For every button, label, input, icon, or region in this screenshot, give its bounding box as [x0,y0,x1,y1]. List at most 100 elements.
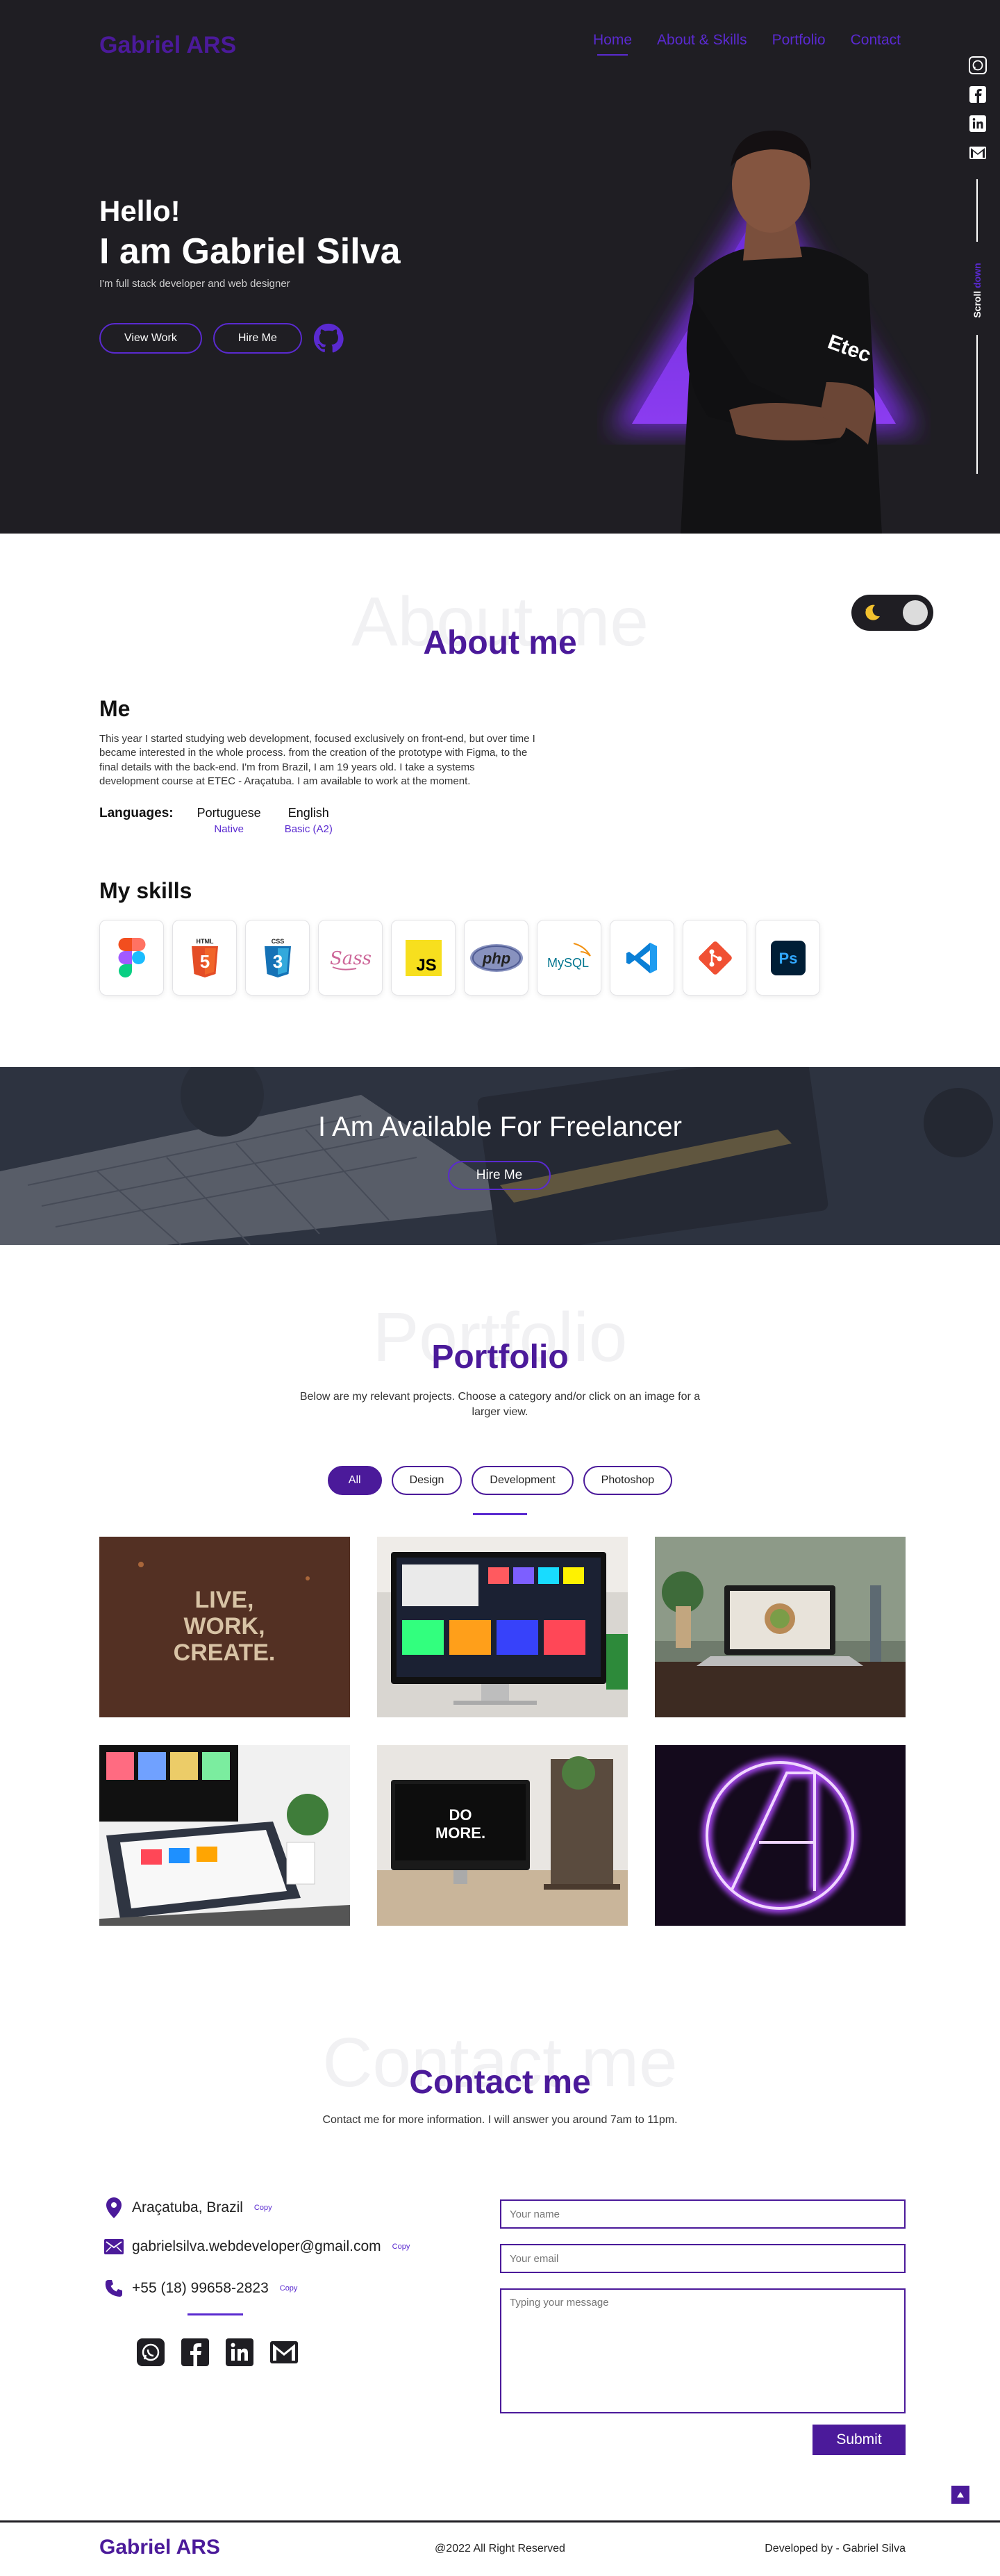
portfolio-item[interactable]: DO MORE. [377,1745,628,1926]
whatsapp-icon[interactable] [968,56,988,75]
nav-home[interactable]: Home [593,32,632,56]
phone-icon [105,2280,122,2297]
theme-toggle[interactable] [851,595,933,631]
message-textarea[interactable] [500,2288,906,2413]
freelance-banner: I Am Available For Freelancer Hire Me [0,1067,1000,1245]
hero-subtitle: I'm full stack developer and web designe… [99,278,290,290]
me-description: This year I started studying web develop… [99,733,535,787]
contact-email: gabrielsilva.webdeveloper@gmail.com Copy [104,2238,410,2255]
contact-location: Araçatuba, Brazil Copy [104,2197,272,2219]
side-social-bar [968,56,988,163]
portfolio-description: Below are my relevant projects. Choose a… [299,1391,701,1418]
javascript-icon: JS [405,939,442,976]
location-text: Araçatuba, Brazil [132,2199,243,2215]
filter-design[interactable]: Design [391,1466,462,1495]
portfolio-item[interactable] [377,1537,628,1717]
more-text: MORE. [435,1824,485,1842]
html-label: HTML [196,938,213,945]
hero-section: Gabriel ARS Home About & Skills Portfoli… [0,0,1000,534]
site-logo[interactable]: Gabriel ARS [99,32,236,59]
vscode-icon [626,942,657,973]
facebook-icon[interactable] [968,85,988,104]
css3-icon: CSS 3 [264,938,291,977]
skill-card [683,920,747,996]
portfolio-image [655,1745,906,1926]
languages-row: Languages: Portuguese Native English Bas… [99,806,333,835]
portfolio-item[interactable]: LIVE, WORK, CREATE. [99,1537,350,1717]
nav-contact[interactable]: Contact [851,32,901,49]
language-item: Portuguese Native [197,806,261,835]
portfolio-item[interactable] [99,1745,350,1926]
js-label: JS [416,956,436,975]
portfolio-filters: All Design Development Photoshop [0,1466,1000,1495]
git-icon [698,941,732,975]
view-work-button[interactable]: View Work [99,323,202,354]
scroll-dim-word: down [972,263,983,288]
language-name: English [288,806,329,820]
page: Gabriel ARS Home About & Skills Portfoli… [0,0,1000,2576]
contact-social-links [135,2337,299,2368]
skills-list: HTML 5 CSS 3 Sass JS php MySQL Ps [99,920,820,996]
email-icon [104,2239,124,2254]
skill-card [610,920,674,996]
copy-location-button[interactable]: Copy [254,2204,272,2212]
mysql-icon: MySQL [547,942,591,970]
hero-intro: Hello! I am Gabriel Silva I'm full stack… [99,195,401,354]
back-to-top-button[interactable] [951,2486,969,2504]
submit-button[interactable]: Submit [812,2425,906,2455]
nav-portfolio[interactable]: Portfolio [772,32,826,49]
gmail-icon[interactable] [968,143,988,163]
work-text: WORK, [183,1613,265,1640]
hire-me-button[interactable]: Hire Me [212,323,302,354]
ps-label: Ps [778,950,797,967]
language-level: Basic (A2) [284,823,333,835]
skills-heading: My skills [99,878,192,903]
freelance-hire-button[interactable]: Hire Me [448,1161,551,1190]
nav-about[interactable]: About & Skills [657,32,747,49]
about-title: About me [423,625,577,661]
photoshop-icon: Ps [770,940,806,975]
filter-photoshop[interactable]: Photoshop [583,1466,673,1495]
portfolio-image [99,1745,350,1926]
scroll-down-indicator[interactable]: Scroll down [972,249,983,332]
arrow-up-icon [957,2492,964,2497]
language-item: English Basic (A2) [285,806,333,835]
copy-phone-button[interactable]: Copy [280,2284,298,2293]
facebook-icon[interactable] [180,2337,210,2368]
sass-icon: Sass [330,948,372,971]
portfolio-item[interactable] [655,1745,906,1926]
whatsapp-icon[interactable] [135,2337,166,2368]
create-text: CREATE. [174,1640,276,1666]
language-name: Portuguese [197,806,261,820]
portfolio-grid: LIVE, WORK, CREATE. DO MORE. [99,1537,906,1926]
hero-hello: Hello! [99,195,181,227]
scroll-word: Scroll [972,290,983,318]
copy-email-button[interactable]: Copy [392,2243,410,2251]
gmail-icon[interactable] [269,2337,299,2368]
skill-card [99,920,164,996]
filter-development[interactable]: Development [472,1466,574,1495]
css-label: CSS [271,938,284,945]
main-nav: Home About & Skills Portfolio Contact [593,32,901,56]
contact-title: Contact me [409,2064,591,2101]
portfolio-item[interactable] [655,1537,906,1717]
skill-card: CSS 3 [245,920,310,996]
person-photo: Etec [681,130,882,534]
github-icon[interactable] [313,323,344,354]
name-input[interactable] [500,2199,906,2229]
filter-all[interactable]: All [327,1466,382,1495]
phone-text: +55 (18) 99658-2823 [132,2280,269,2296]
scroll-line-top [976,179,978,242]
figma-icon [118,937,145,977]
do-text: DO [449,1806,472,1824]
linkedin-icon[interactable] [224,2337,255,2368]
svg-text:5: 5 [199,951,209,972]
portfolio-image [655,1537,906,1717]
email-input[interactable] [500,2244,906,2273]
linkedin-icon[interactable] [968,114,988,133]
scroll-line-bottom [976,335,978,474]
skill-card: php [464,920,528,996]
skill-card: Ps [756,920,820,996]
freelance-title: I Am Available For Freelancer [318,1112,682,1142]
me-heading: Me [99,696,131,721]
